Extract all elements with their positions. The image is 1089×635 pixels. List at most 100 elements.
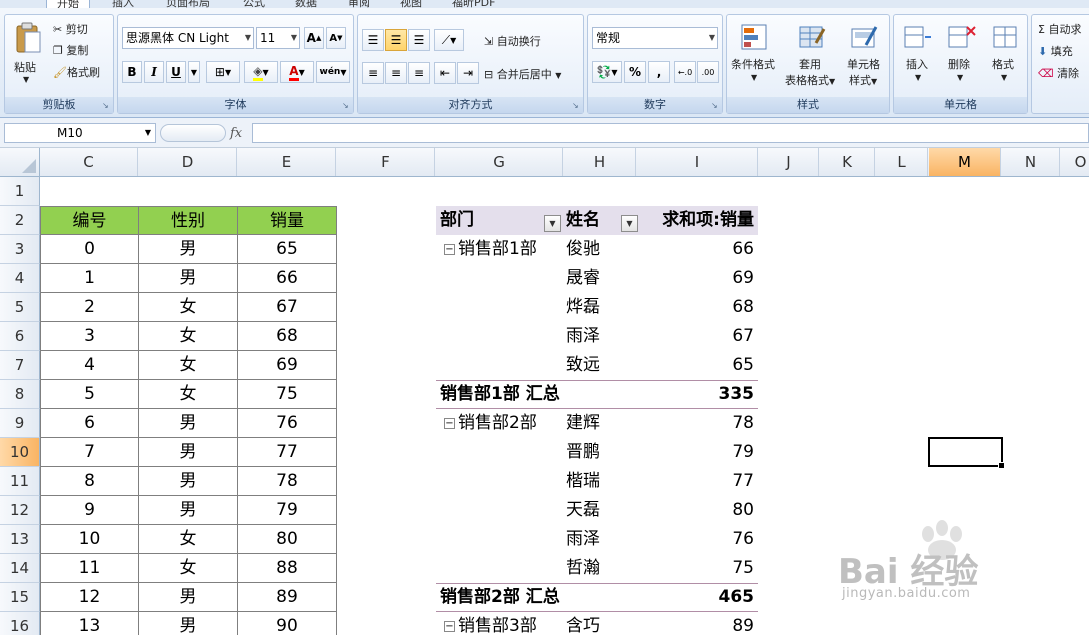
number-launcher-icon[interactable]: ↘ [711,102,719,110]
font-size-select[interactable]: 11 ▼ [256,27,300,49]
collapse-icon[interactable]: − [444,418,455,429]
pivot-subtotal-value[interactable]: 335 [641,380,755,409]
name-box[interactable]: M10 ▼ [4,123,156,143]
table-cell[interactable]: 75 [238,380,337,409]
table-cell[interactable]: 12 [40,583,139,612]
align-center-button[interactable]: ≡ [385,62,407,84]
row-header-12[interactable]: 12 [0,496,40,525]
column-header-o[interactable]: O [1061,148,1089,176]
phonetic-button[interactable]: wén ▼ [316,61,350,83]
column-header-n[interactable]: N [1002,148,1060,176]
table-cell[interactable]: 男 [139,612,238,635]
table-cell[interactable]: 男 [139,496,238,525]
conditional-format-button[interactable]: 条件格式 [731,56,775,72]
align-left-button[interactable]: ≡ [362,62,384,84]
formula-input[interactable] [252,123,1089,143]
format-painter-button[interactable]: 🖌格式刷 [53,64,100,80]
column-header-f[interactable]: F [337,148,435,176]
pivot-value-cell[interactable]: 77 [641,467,754,496]
table-cell[interactable]: 8 [40,467,139,496]
currency-button[interactable]: 💱 ▼ [592,61,622,83]
pivot-subtotal-value[interactable]: 465 [641,583,755,612]
tab-foxit-pdf[interactable]: 福昕PDF [452,0,495,8]
delete-button[interactable]: 删除 [948,56,970,72]
row-header-6[interactable]: 6 [0,322,40,351]
column-header-j[interactable]: J [759,148,819,176]
pivot-name-cell[interactable]: 俊驰 [566,235,636,264]
pivot-name-cell[interactable]: 雨泽 [566,525,636,554]
row-header-10[interactable]: 10 [0,438,40,467]
table-cell[interactable]: 男 [139,583,238,612]
delete-dropdown-icon[interactable]: ▼ [957,73,963,82]
table-cell[interactable]: 2 [40,293,139,322]
table-cell[interactable]: 13 [40,612,139,635]
number-format-select[interactable]: 常规 ▼ [592,27,718,49]
table-cell[interactable]: 3 [40,322,139,351]
table-cell[interactable]: 11 [40,554,139,583]
pivot-name-cell[interactable]: 建辉 [566,409,636,438]
row-header-16[interactable]: 16 [0,612,40,635]
table-cell[interactable]: 女 [139,380,238,409]
table-cell[interactable]: 6 [40,409,139,438]
font-color-button[interactable]: A ▼ [280,61,314,83]
font-launcher-icon[interactable]: ↘ [342,102,350,110]
pivot-subtotal-label[interactable]: 销售部2部 汇总 [440,583,640,612]
increase-indent-button[interactable]: ⇥ [457,62,479,84]
delete-cells-icon[interactable] [946,21,978,53]
pivot-value-cell[interactable]: 89 [641,612,754,635]
row-header-14[interactable]: 14 [0,554,40,583]
format-cells-icon[interactable] [990,21,1022,53]
row-header-1[interactable]: 1 [0,177,40,206]
table-cell[interactable]: 5 [40,380,139,409]
grow-font-button[interactable]: A ▲ [304,27,324,49]
pivot-value-cell[interactable]: 66 [641,235,754,264]
row-header-13[interactable]: 13 [0,525,40,554]
wrap-text-button[interactable]: ⇲ 自动换行 [484,33,541,49]
pivot-subtotal-label[interactable]: 销售部1部 汇总 [440,380,640,409]
tab-insert[interactable]: 插入 [112,0,134,8]
collapse-icon[interactable]: − [444,244,455,255]
align-bottom-button[interactable]: ☰ [408,29,430,51]
row-header-4[interactable]: 4 [0,264,40,293]
table-cell[interactable]: 67 [238,293,337,322]
pivot-value-cell[interactable]: 67 [641,322,754,351]
pivot-value-cell[interactable]: 78 [641,409,754,438]
copy-button[interactable]: ❐ 复制 [53,42,88,58]
pivot-dept-cell[interactable]: − 销售部3部 [444,612,564,635]
table-cell[interactable]: 76 [238,409,337,438]
clipboard-launcher-icon[interactable]: ↘ [102,102,110,110]
format-button[interactable]: 格式 [992,56,1014,72]
pivot-value-cell[interactable]: 68 [641,293,754,322]
fill-color-button[interactable]: ◈ ▼ [244,61,278,83]
column-header-k[interactable]: K [820,148,875,176]
border-button[interactable]: ⊞ ▼ [206,61,240,83]
comma-button[interactable]: , [648,61,670,83]
name-filter-button[interactable]: ▼ [621,215,638,232]
table-cell[interactable]: 68 [238,322,337,351]
row-header-8[interactable]: 8 [0,380,40,409]
align-middle-button[interactable]: ☰ [385,29,407,51]
pivot-name-cell[interactable]: 烨磊 [566,293,636,322]
pivot-header-sum[interactable]: 求和项:销量 [641,206,754,235]
pivot-dept-cell[interactable]: − 销售部1部 [444,235,564,264]
cell-styles-button[interactable]: 样式▼ [849,72,877,88]
table-cell[interactable]: 78 [238,467,337,496]
italic-button[interactable]: I [144,61,164,83]
conditional-format-icon[interactable] [739,21,769,53]
table-cell[interactable]: 男 [139,409,238,438]
table-cell[interactable]: 66 [238,264,337,293]
underline-button[interactable]: U [166,61,186,83]
table-cell[interactable]: 80 [238,525,337,554]
active-cell-cursor[interactable] [928,437,1005,469]
column-header-c[interactable]: C [40,148,138,176]
column-header-l[interactable]: L [876,148,928,176]
pivot-value-cell[interactable]: 69 [641,264,754,293]
paste-button[interactable]: 粘贴 [14,59,36,75]
paste-dropdown-icon[interactable]: ▼ [23,75,29,84]
tab-formulas[interactable]: 公式 [243,0,265,8]
pivot-dept-cell[interactable]: − 销售部2部 [444,409,564,438]
dept-filter-button[interactable]: ▼ [544,215,561,232]
row-header-15[interactable]: 15 [0,583,40,612]
table-cell[interactable]: 90 [238,612,337,635]
pivot-value-cell[interactable]: 75 [641,554,754,583]
